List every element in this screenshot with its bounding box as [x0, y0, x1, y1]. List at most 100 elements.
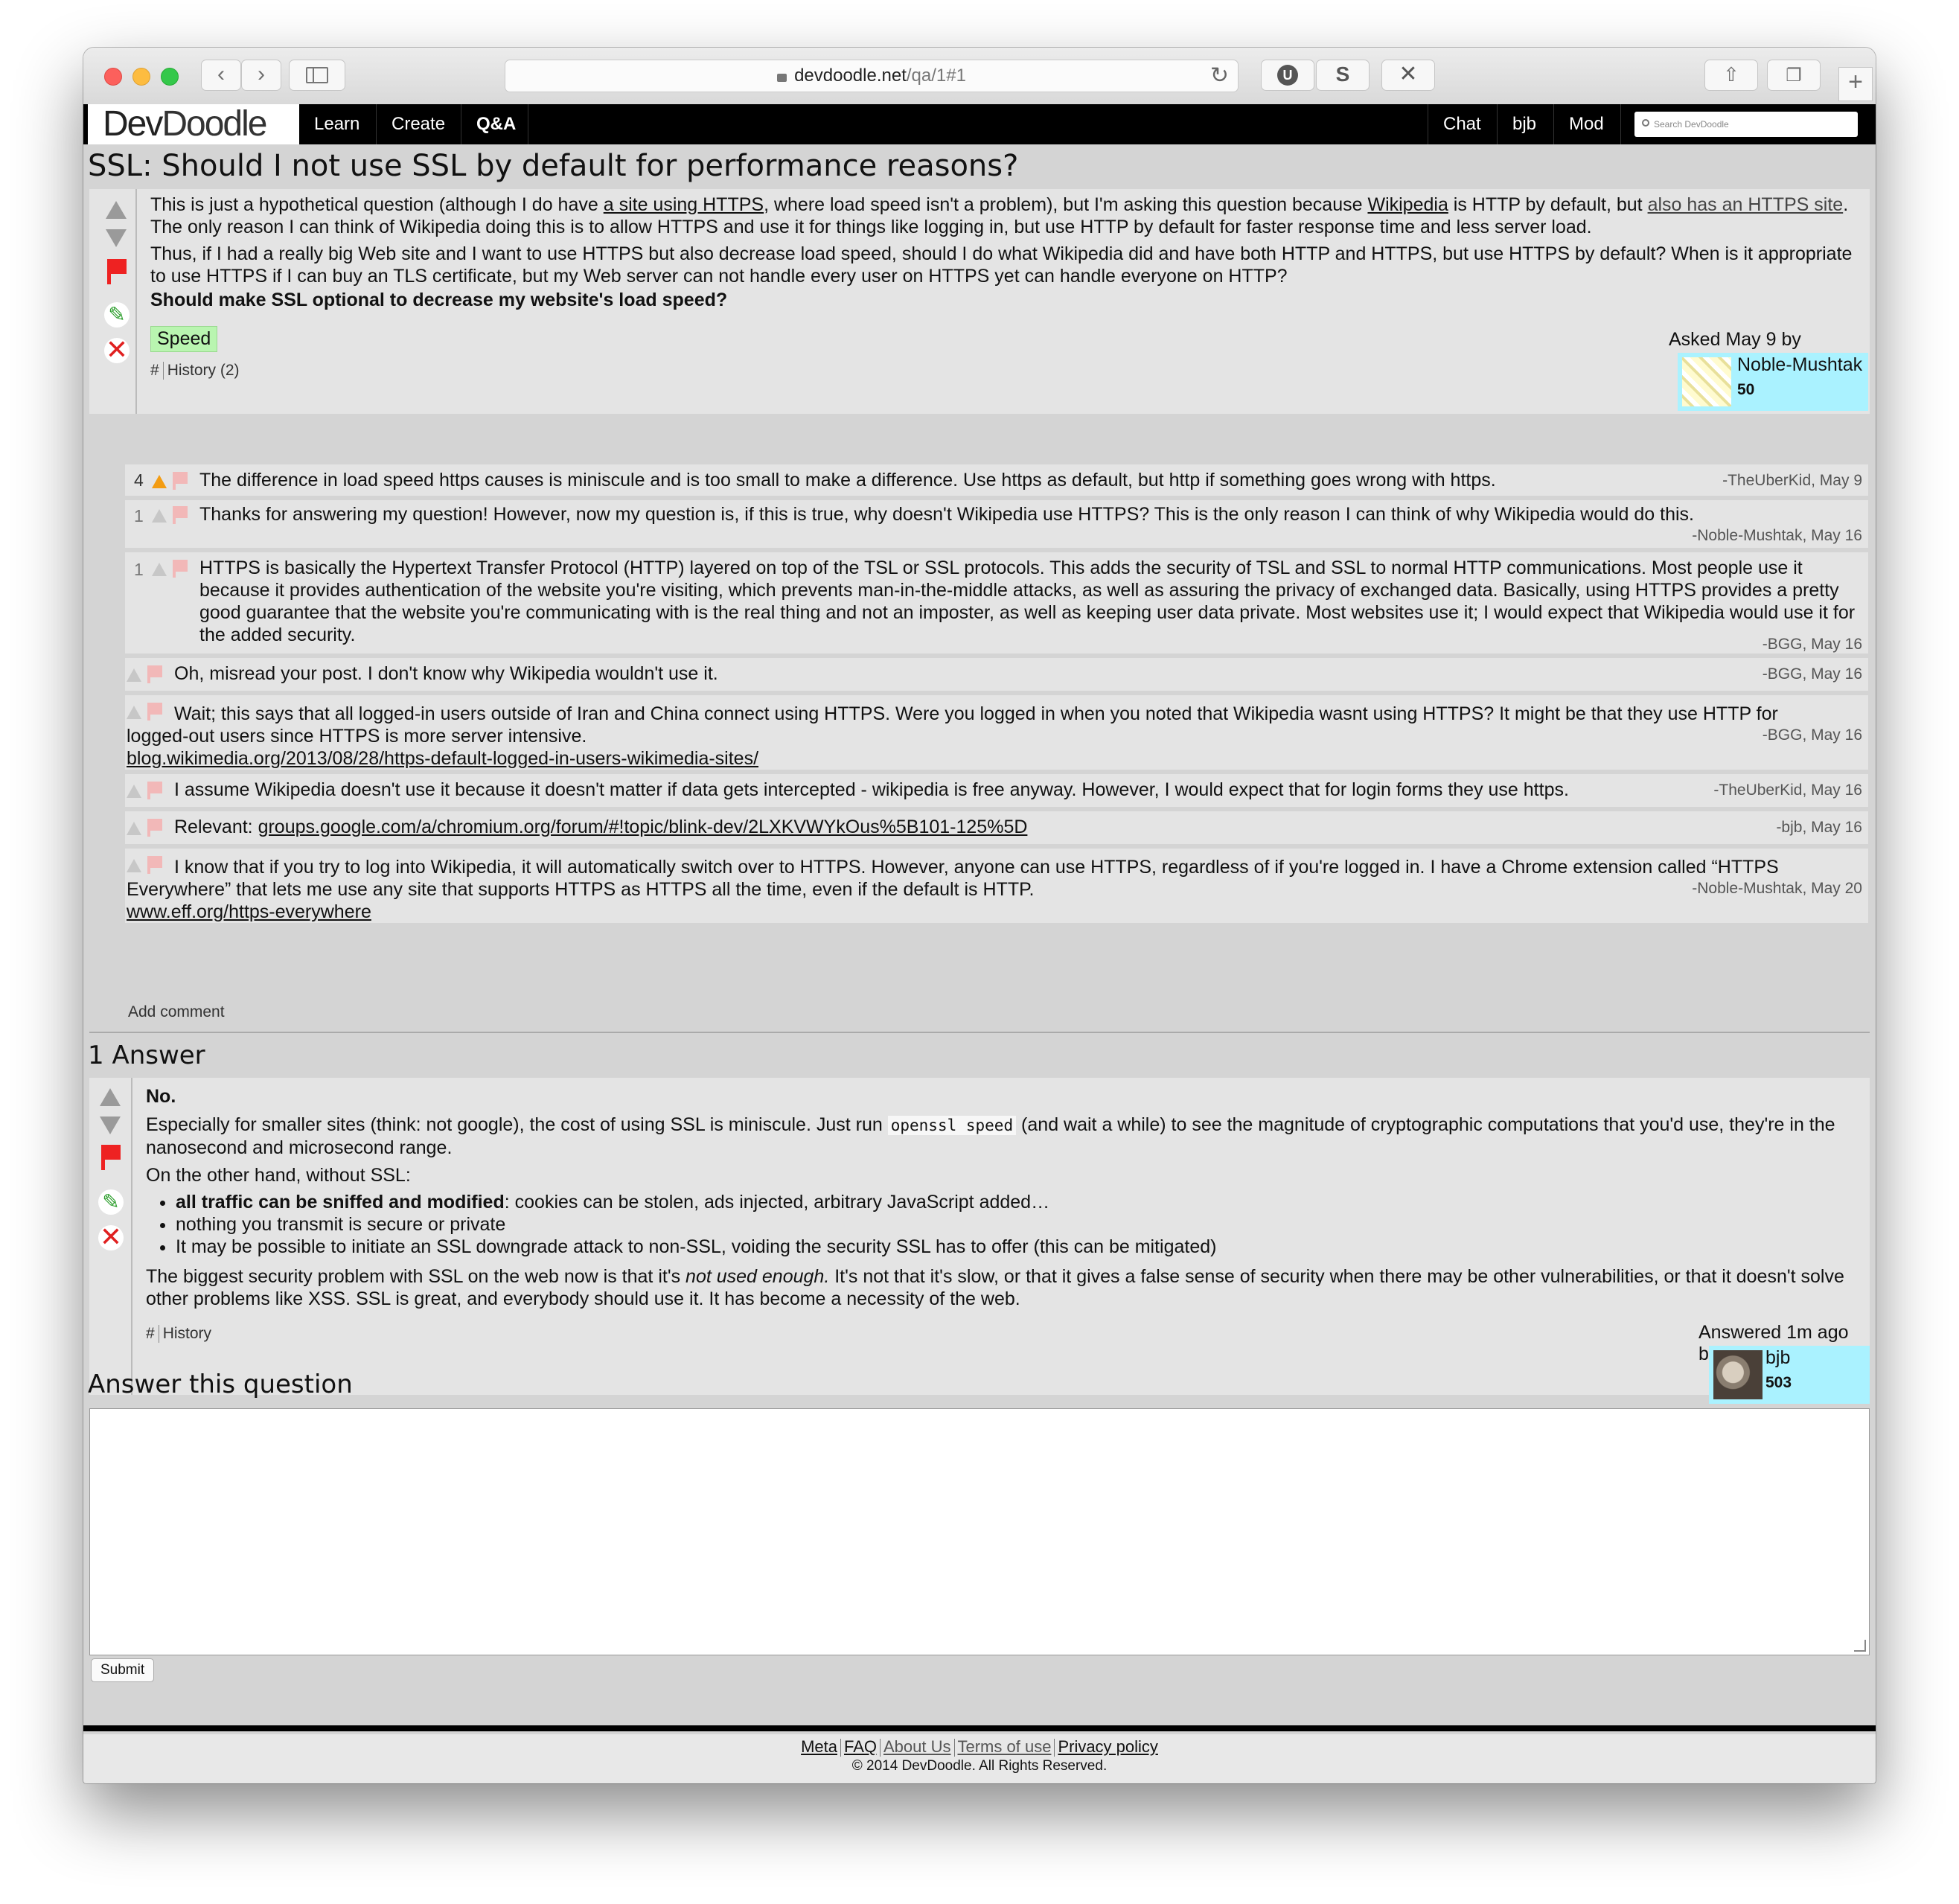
- link-wikipedia[interactable]: Wikipedia: [1367, 194, 1448, 215]
- comment-link-anchor[interactable]: blog.wikimedia.org/2013/08/28/https-defa…: [127, 748, 758, 769]
- comment-text: Oh, misread your post. I don't know why …: [174, 663, 718, 684]
- comment-link[interactable]: blog.wikimedia.org/2013/08/28/https-defa…: [127, 747, 758, 770]
- comment-flag-icon[interactable]: [147, 665, 162, 683]
- asker-name[interactable]: Noble-Mushtak: [1737, 354, 1862, 376]
- nav-create[interactable]: Create: [377, 104, 461, 144]
- comment-link[interactable]: www.eff.org/https-everywhere: [127, 901, 371, 923]
- comment-upvote-icon[interactable]: [127, 785, 141, 798]
- footer-link-privacy[interactable]: Privacy policy: [1058, 1737, 1157, 1756]
- comment-link-anchor[interactable]: groups.google.com/a/chromium.org/forum/#…: [258, 817, 1028, 837]
- logo-doodle: Doodle: [162, 104, 267, 144]
- footer-link-about[interactable]: About Us: [883, 1737, 951, 1756]
- plus-icon: +: [1848, 68, 1863, 96]
- permalink[interactable]: #: [150, 362, 159, 379]
- asker-reputation: 50: [1737, 381, 1755, 398]
- answerer-name[interactable]: bjb: [1765, 1347, 1790, 1369]
- answerer-reputation: 503: [1765, 1374, 1792, 1391]
- site-logo[interactable]: DevDoodle: [88, 104, 299, 144]
- answer-paragraph-2: Especially for smaller sites (think: not…: [146, 1114, 1835, 1158]
- comment-author[interactable]: -bjb, May 16: [1776, 819, 1862, 837]
- nav-qa[interactable]: Q&A: [461, 104, 528, 144]
- upvote-icon[interactable]: [106, 201, 127, 219]
- comment-item: Relevant: groups.google.com/a/chromium.o…: [125, 811, 1868, 844]
- reload-icon[interactable]: ↻: [1210, 60, 1229, 92]
- comment-link-anchor[interactable]: www.eff.org/https-everywhere: [127, 901, 371, 922]
- nav-learn[interactable]: Learn: [299, 104, 377, 144]
- comment-flag-icon[interactable]: [173, 472, 188, 490]
- link-https-site[interactable]: also has an HTTPS site: [1648, 194, 1844, 215]
- comment-author[interactable]: -BGG, May 16: [1757, 636, 1862, 654]
- tabs-icon: ❐: [1786, 66, 1802, 86]
- flag-icon[interactable]: [101, 1145, 121, 1170]
- nav-chat[interactable]: Chat: [1428, 104, 1498, 144]
- minimize-window-button[interactable]: [132, 68, 150, 86]
- asker-user-card[interactable]: Noble-Mushtak 50: [1678, 353, 1868, 411]
- comment-author[interactable]: -BGG, May 16: [1763, 665, 1862, 683]
- nav-user-bjb[interactable]: bjb: [1498, 104, 1554, 144]
- tag-speed[interactable]: Speed: [150, 326, 218, 352]
- browser-toolbar: ‹ › devdoodle.net/qa/1#1 ↻ U S ✕ ⇧ ❐ +: [83, 48, 1876, 105]
- answer-paragraph-3: On the other hand, without SSL:: [146, 1165, 411, 1186]
- comment-upvote-icon[interactable]: [152, 509, 167, 523]
- address-bar[interactable]: devdoodle.net/qa/1#1 ↻: [505, 60, 1239, 92]
- add-comment-link[interactable]: Add comment: [128, 1003, 225, 1021]
- history-link[interactable]: History (2): [167, 362, 240, 379]
- comment-flag-icon[interactable]: [147, 782, 162, 799]
- answerer-user-card[interactable]: bjb 503: [1709, 1346, 1870, 1404]
- comment-text: Relevant: groups.google.com/a/chromium.o…: [174, 817, 1028, 837]
- comment-upvote-icon[interactable]: [152, 563, 167, 576]
- zoom-window-button[interactable]: [161, 68, 179, 86]
- footer: Meta FAQ About Us Terms of use Privacy polic…: [83, 1734, 1876, 1783]
- comment-upvote-icon[interactable]: [127, 822, 141, 835]
- back-button[interactable]: ‹: [201, 60, 241, 91]
- comment-author[interactable]: -BGG, May 16: [1763, 726, 1862, 744]
- delete-icon[interactable]: ✕: [98, 1224, 124, 1250]
- edit-pencil-icon[interactable]: ✎: [98, 1189, 124, 1215]
- delete-icon[interactable]: ✕: [104, 336, 130, 363]
- downvote-icon[interactable]: [100, 1116, 121, 1134]
- search-placeholder: Search DevDoodle: [1654, 119, 1729, 130]
- site-navbar: DevDoodle Learn Create Q&A Chat bjb Mod …: [83, 104, 1876, 144]
- bullet-item: It may be possible to initiate an SSL do…: [176, 1236, 1858, 1258]
- question-paragraph-3: Should make SSL optional to decrease my …: [150, 290, 728, 310]
- answer-textarea[interactable]: [89, 1408, 1870, 1655]
- sidebar-button[interactable]: [289, 60, 345, 91]
- permalink[interactable]: #: [146, 1325, 155, 1342]
- forward-button[interactable]: ›: [241, 60, 281, 91]
- comment-author[interactable]: -TheUberKid, May 9: [1722, 472, 1862, 490]
- downvote-icon[interactable]: [106, 229, 127, 247]
- comment-author[interactable]: -Noble-Mushtak, May 16: [1692, 527, 1862, 545]
- extension-ublock-button[interactable]: U: [1261, 60, 1314, 91]
- comment-text: Thanks for answering my question! Howeve…: [199, 504, 1694, 525]
- comment-flag-icon[interactable]: [147, 819, 162, 837]
- resize-handle-icon[interactable]: [1854, 1640, 1866, 1652]
- url-host: devdoodle.net: [794, 66, 907, 86]
- question-paragraph-1: This is just a hypothetical question (al…: [150, 194, 1849, 237]
- comment-upvote-icon[interactable]: [152, 475, 167, 488]
- answer-panel: ✎ ✕ No. Especially for smaller sites (th…: [89, 1078, 1870, 1404]
- footer-link-faq[interactable]: FAQ: [844, 1737, 877, 1756]
- search-input[interactable]: Search DevDoodle: [1634, 112, 1858, 137]
- comment-author[interactable]: -TheUberKid, May 16: [1713, 782, 1862, 799]
- comment-upvote-icon[interactable]: [127, 668, 141, 682]
- comment-item: I know that if you try to log into Wikip…: [125, 849, 1868, 923]
- submit-button[interactable]: Submit: [91, 1658, 155, 1682]
- close-window-button[interactable]: [104, 68, 122, 86]
- upvote-icon[interactable]: [100, 1088, 121, 1106]
- flag-icon[interactable]: [107, 259, 127, 284]
- share-button[interactable]: ⇧: [1704, 60, 1758, 91]
- footer-link-terms[interactable]: Terms of use: [958, 1737, 1052, 1756]
- extension-s-button[interactable]: S: [1316, 60, 1370, 91]
- footer-link-meta[interactable]: Meta: [801, 1737, 837, 1756]
- tabs-overview-button[interactable]: ❐: [1767, 60, 1821, 91]
- nav-mod[interactable]: Mod: [1554, 104, 1621, 144]
- comment-flag-icon[interactable]: [173, 560, 188, 578]
- comment-author[interactable]: -Noble-Mushtak, May 20: [1692, 880, 1862, 898]
- history-link[interactable]: History: [163, 1325, 211, 1342]
- extension-x-button[interactable]: ✕: [1381, 60, 1435, 91]
- link-site-using-https[interactable]: a site using HTTPS: [604, 194, 764, 215]
- comment-flag-icon[interactable]: [173, 506, 188, 524]
- new-tab-button[interactable]: +: [1838, 67, 1873, 101]
- bullet-item: nothing you transmit is secure or privat…: [176, 1213, 1858, 1236]
- edit-pencil-icon[interactable]: ✎: [104, 302, 130, 328]
